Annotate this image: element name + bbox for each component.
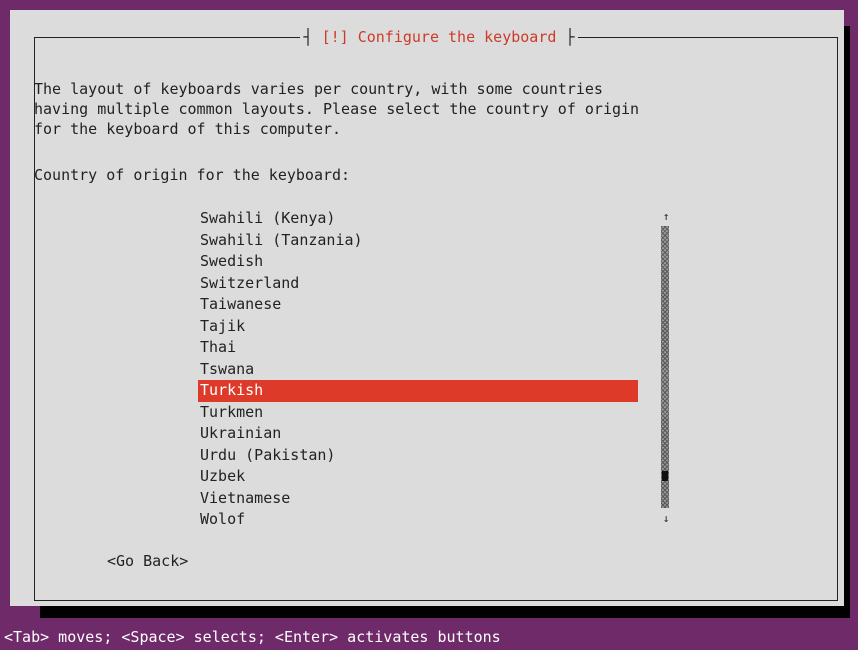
dialog-title: ┤ [!] Configure the keyboard ├ — [299, 27, 579, 47]
description-line: for the keyboard of this computer. — [34, 120, 342, 138]
country-list-item[interactable]: Turkish — [198, 380, 638, 402]
description-line: The layout of keyboards varies per count… — [34, 80, 603, 98]
scroll-down-arrow-icon[interactable]: ↓ — [658, 512, 674, 526]
country-list-item[interactable]: Swahili (Tanzania) — [198, 230, 638, 252]
country-list-item[interactable]: Tajik — [198, 316, 638, 338]
warning-marker: [!] — [321, 28, 349, 46]
country-list-item[interactable]: Swahili (Kenya) — [198, 208, 638, 230]
scroll-track[interactable] — [661, 226, 669, 508]
go-back-button[interactable]: <Go Back> — [107, 551, 188, 571]
country-list-item[interactable]: Urdu (Pakistan) — [198, 445, 638, 467]
country-list-item[interactable]: Thai — [198, 337, 638, 359]
country-prompt: Country of origin for the keyboard: — [34, 166, 351, 184]
country-list-item[interactable]: Switzerland — [198, 273, 638, 295]
country-list-item[interactable]: Swedish — [198, 251, 638, 273]
country-list-item[interactable]: Vietnamese — [198, 488, 638, 510]
country-list-item[interactable]: Tswana — [198, 359, 638, 381]
country-list-item[interactable]: Wolof — [198, 509, 638, 531]
scroll-thumb[interactable] — [662, 470, 668, 481]
dialog-description: The layout of keyboards varies per count… — [34, 79, 639, 139]
country-list-item[interactable]: Uzbek — [198, 466, 638, 488]
dialog-title-text: Configure the keyboard — [357, 28, 557, 46]
keyboard-dialog: ┤ [!] Configure the keyboard ├ The layou… — [10, 10, 844, 606]
country-list-item[interactable]: Taiwanese — [198, 294, 638, 316]
country-list-item[interactable]: Ukrainian — [198, 423, 638, 445]
list-scrollbar[interactable]: ↑ ↓ — [658, 210, 674, 526]
description-line: having multiple common layouts. Please s… — [34, 100, 640, 118]
country-list[interactable]: Swahili (Kenya) Swahili (Tanzania) Swedish… — [198, 208, 638, 531]
country-list-item[interactable]: Turkmen — [198, 402, 638, 424]
scroll-up-arrow-icon[interactable]: ↑ — [658, 210, 674, 224]
status-bar-help: <Tab> moves; <Space> selects; <Enter> ac… — [4, 628, 501, 646]
